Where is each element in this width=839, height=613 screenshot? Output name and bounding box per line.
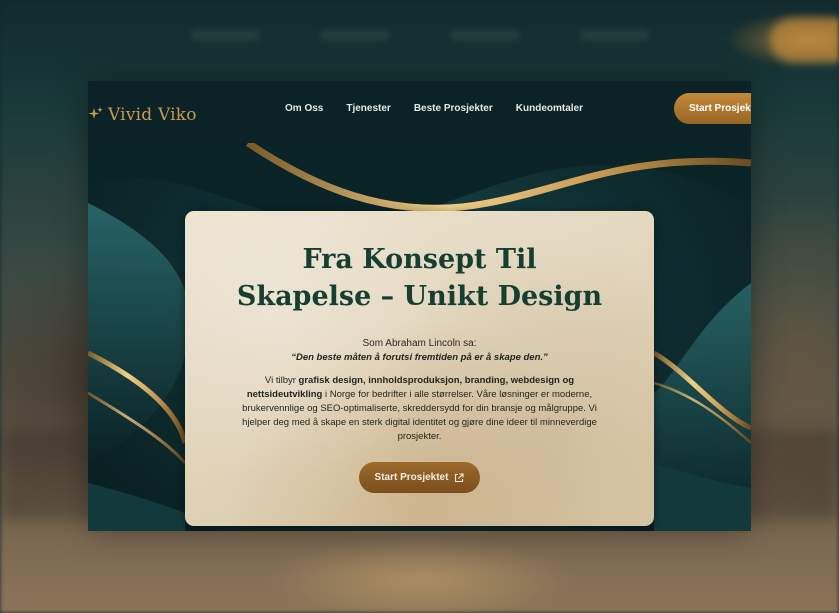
sparkle-icon — [88, 107, 103, 119]
hero-title-line-1: Fra Konsept Til — [302, 244, 537, 275]
blurred-nav — [0, 30, 839, 52]
lincoln-quote: “Den beste måten å forutsi fremtiden på … — [291, 352, 548, 363]
external-link-icon — [455, 472, 465, 482]
main-nav: Om Oss Tjenester Beste Prosjekter Kundeo… — [285, 102, 583, 116]
hero-section: Fra Konsept Til Skapelse – Unikt Design … — [88, 143, 751, 531]
hero-title: Fra Konsept Til Skapelse – Unikt Design — [185, 241, 654, 315]
hero-description-prefix: Vi tilbyr — [264, 375, 299, 386]
hero-description: Vi tilbyr grafisk design, innholdsproduk… — [231, 374, 608, 444]
logo-text: Vivid Viko — [108, 105, 197, 125]
nav-link-kundeomtaler[interactable]: Kundeomtaler — [516, 102, 583, 116]
logo[interactable]: Vivid Viko — [88, 103, 197, 127]
navbar: Vivid Viko Om Oss Tjenester Beste Prosje… — [88, 81, 751, 143]
blurred-button — [770, 18, 839, 62]
nav-link-tjenester[interactable]: Tjenester — [346, 102, 390, 116]
start-project-hero-label: Start Prosjektet — [374, 472, 449, 483]
nav-link-om-oss[interactable]: Om Oss — [285, 102, 323, 116]
nav-link-beste-prosjekter[interactable]: Beste Prosjekter — [414, 102, 493, 116]
quote-intro: Som Abraham Lincoln sa: — [362, 338, 477, 349]
start-project-nav-button[interactable]: Start Prosjektet — [674, 93, 751, 124]
hero-card: Fra Konsept Til Skapelse – Unikt Design … — [185, 211, 654, 526]
start-project-hero-button[interactable]: Start Prosjektet — [359, 462, 480, 493]
website-screenshot: Vivid Viko Om Oss Tjenester Beste Prosje… — [88, 81, 751, 531]
hero-title-line-2: Skapelse – Unikt Design — [236, 281, 603, 312]
